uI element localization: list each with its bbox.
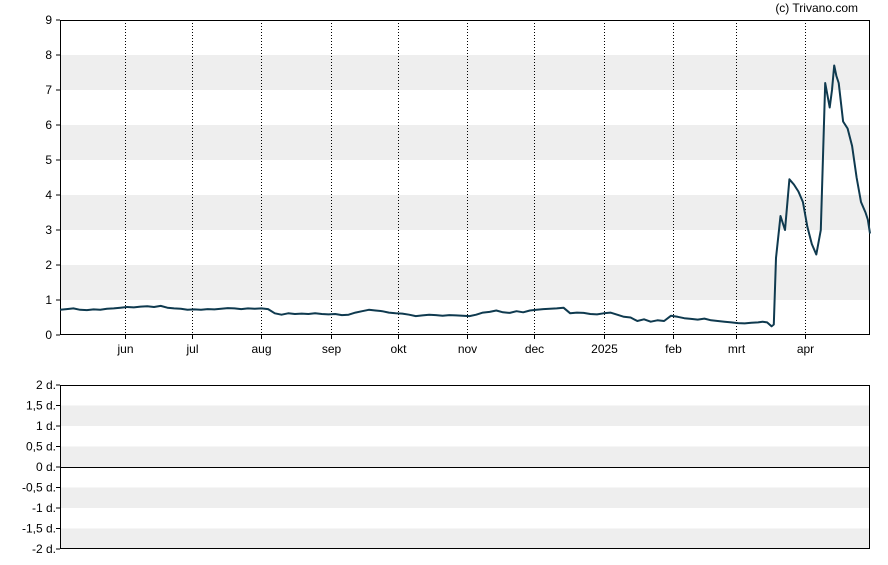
y-tick-label: 9 — [45, 13, 52, 27]
x-tick-label: jul — [185, 342, 198, 356]
y-tick-label: 0 — [45, 328, 52, 342]
x-tick-label: mrt — [728, 342, 746, 356]
grid-band — [60, 265, 870, 300]
y-tick-label: 5 — [45, 153, 52, 167]
y-tick-label: 0 d. — [36, 460, 56, 474]
y-tick-label: 2 — [45, 258, 52, 272]
y-tick-label: -2 d. — [32, 542, 56, 556]
days-chart-panel: -2 d. -1,5 d. -1 d. -0,5 d. 0 d. 0,5 d. 1 d. 1,… — [22, 378, 870, 556]
grid-band — [60, 55, 870, 90]
y-tick-label: 3 — [45, 223, 52, 237]
x-tick-label: sep — [322, 342, 342, 356]
x-tick-label: feb — [665, 342, 682, 356]
y-tick-label: 6 — [45, 118, 52, 132]
y-tick-label: -1 d. — [32, 501, 56, 515]
y-tick-label: -1,5 d. — [22, 522, 56, 536]
y-tick-label: 1 d. — [36, 419, 56, 433]
y-tick-label: 1,5 d. — [26, 399, 56, 413]
grid-band — [60, 405, 870, 426]
price-chart: jun jul aug sep okt nov dec 2025 feb mrt apr 0 1 2 3 4 5… — [22, 13, 871, 556]
y-tick-label: 8 — [45, 48, 52, 62]
x-tick-label: okt — [390, 342, 407, 356]
y-tick-label: 0,5 d. — [26, 440, 56, 454]
y-tick-label: 2 d. — [36, 378, 56, 392]
price-chart-panel: jun jul aug sep okt nov dec 2025 feb mrt apr 0 1 2 3 4 5… — [45, 13, 871, 356]
x-tick-label: apr — [797, 342, 814, 356]
grid-band — [60, 528, 870, 549]
y-tick-label: 4 — [45, 188, 52, 202]
grid-band — [60, 125, 870, 160]
x-tick-label: 2025 — [591, 342, 618, 356]
x-tick-label: dec — [525, 342, 544, 356]
grid-band — [60, 487, 870, 508]
y-tick-label: 7 — [45, 83, 52, 97]
y-tick-label: 1 — [45, 293, 52, 307]
x-tick-label: jun — [116, 342, 133, 356]
y-tick-label: -0,5 d. — [22, 481, 56, 495]
grid-band — [60, 195, 870, 230]
grid-band — [60, 446, 870, 467]
x-tick-label: aug — [251, 342, 271, 356]
x-tick-label: nov — [458, 342, 477, 356]
